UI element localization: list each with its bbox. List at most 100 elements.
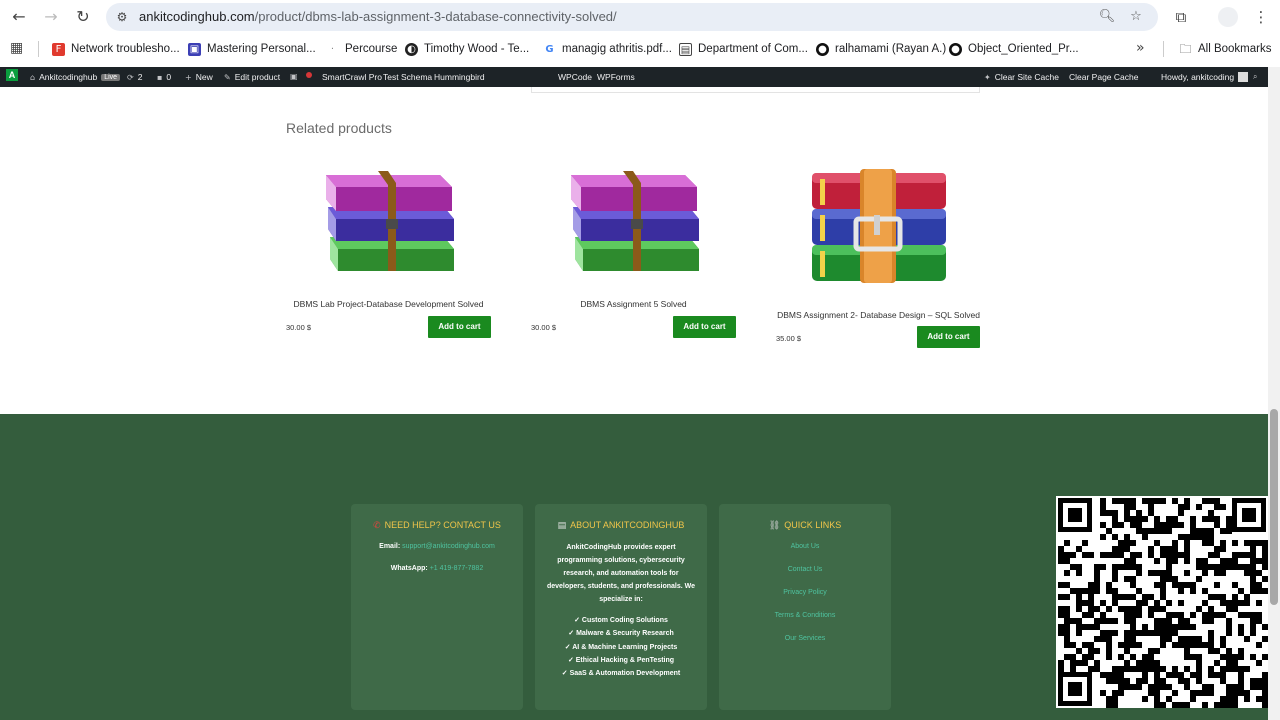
contact-card: ✆ NEED HELP? CONTACT US Email: support@an… — [351, 504, 523, 710]
service-item: ✓ SaaS & Automation Development — [561, 670, 681, 678]
chevron-more-icon[interactable]: » — [1136, 40, 1145, 56]
product-title[interactable]: DBMS Assignment 2- Database Design – SQL… — [776, 310, 981, 320]
service-item: ✓ Malware & Security Research — [568, 630, 674, 638]
about-card: ▤ ABOUT ANKITCODINGHUB AnkitCodingHub pro… — [535, 504, 707, 710]
footer-link-contact[interactable]: Contact Us — [719, 566, 891, 573]
footer-link-about[interactable]: About Us — [719, 543, 891, 550]
book-icon: ▣ — [188, 42, 201, 56]
wp-clear-site-cache[interactable]: ✦ Clear Site Cache — [984, 72, 1059, 82]
divider — [1163, 41, 1164, 57]
url-text[interactable]: ankitcodinghub.com/product/dbms-lab-assi… — [139, 9, 617, 24]
bookmark-star-icon[interactable]: ☆ — [1127, 8, 1145, 26]
wp-search[interactable]: ⌕ — [1253, 72, 1261, 82]
plus-icon: + — [185, 72, 192, 82]
product-price: 30.00 $ — [531, 323, 557, 332]
comment-icon: ▪ — [157, 72, 163, 82]
wp-plugin-icon[interactable]: ▣ — [290, 72, 302, 81]
search-icon: ⌕ — [1253, 72, 1258, 81]
quick-links-card: ⛓ QUICK LINKS About Us Contact Us Privacy… — [719, 504, 891, 710]
wp-new[interactable]: + New — [185, 72, 213, 82]
address-bar[interactable]: ⚙ ankitcodinghub.com/product/dbms-lab-as… — [106, 3, 1158, 31]
footer-link-privacy[interactable]: Privacy Policy — [719, 589, 891, 596]
add-to-cart-button[interactable]: Add to cart — [917, 326, 980, 348]
phone-icon: ✆ — [373, 521, 381, 531]
whatsapp-link[interactable]: +1 419-877-7882 — [430, 565, 484, 572]
reload-icon[interactable]: ↻ — [72, 6, 94, 28]
zoom-icon[interactable]: 🔍︎ — [1098, 8, 1116, 26]
qr-code — [1056, 496, 1268, 708]
email-link[interactable]: support@ankitcodinghub.com — [402, 543, 495, 550]
scrollbar-thumb[interactable] — [1270, 409, 1278, 605]
product-card: DBMS Assignment 2- Database Design – SQL… — [776, 165, 981, 355]
wp-test-schema[interactable]: Test Schema — [383, 72, 432, 82]
whatsapp-line: WhatsApp: +1 419-877-7882 — [390, 565, 484, 572]
winrar-purple-icon[interactable] — [565, 167, 701, 275]
wp-updates[interactable]: ⟳ 2 — [127, 72, 142, 82]
bookmark-item[interactable]: ◐ Timothy Wood - Te... — [405, 41, 529, 57]
product-price: 30.00 $ — [286, 323, 312, 332]
bookmark-item[interactable]: ● Object_Oriented_Pr... — [949, 41, 1079, 57]
service-item: ✓ AI & Machine Learning Projects — [564, 643, 678, 651]
site-settings-icon[interactable]: ⚙ — [114, 9, 130, 25]
github-icon: ● — [949, 42, 962, 56]
product-card: DBMS Assignment 5 Solved 30.00 $ Add to … — [531, 165, 736, 345]
bookmark-item[interactable]: ▣ Mastering Personal... — [188, 41, 316, 57]
extensions-icon[interactable]: ⧉ — [1170, 6, 1192, 28]
building-icon: ▤ — [679, 42, 692, 56]
github-icon: ● — [816, 42, 829, 56]
previous-section-box — [531, 87, 980, 93]
status-dot-icon — [306, 72, 312, 78]
product-card: DBMS Lab Project-Database Development So… — [286, 165, 491, 345]
product-price: 35.00 $ — [776, 334, 802, 343]
wp-admin-bar: A ⌂ Ankitcodinghub Live ⟳ 2 ▪ 0 + New ✎ Edit p… — [0, 67, 1280, 87]
back-arrow-icon[interactable]: ← — [8, 6, 30, 28]
add-to-cart-button[interactable]: Add to cart — [673, 316, 736, 338]
wp-comments[interactable]: ▪ 0 — [157, 72, 171, 82]
sparkle-icon: ✦ — [984, 72, 991, 82]
bookmark-item[interactable]: ● ralhamami (Rayan A.) — [816, 41, 946, 57]
document-icon: ▤ — [557, 521, 567, 531]
winrar-purple-icon[interactable] — [320, 167, 456, 275]
product-title[interactable]: DBMS Assignment 5 Solved — [531, 299, 736, 309]
bookmark-item[interactable]: ▤ Department of Com... — [679, 41, 808, 57]
about-text: AnkitCodingHub provides expert programmi… — [546, 544, 696, 603]
folder-icon: 🗀 — [1179, 41, 1192, 56]
home-icon: ⌂ — [30, 72, 36, 82]
bookmark-item[interactable]: Gmanagig athritis.pdf... — [543, 41, 672, 57]
avatar — [1238, 72, 1249, 82]
all-bookmarks[interactable]: 🗀 All Bookmarks — [1179, 41, 1271, 57]
apps-grid-icon[interactable]: ▦ — [10, 40, 26, 56]
wp-site-name[interactable]: ⌂ Ankitcodinghub Live — [30, 72, 121, 82]
forward-arrow-icon[interactable]: → — [40, 6, 62, 28]
wp-clear-page-cache[interactable]: Clear Page Cache — [1069, 72, 1138, 82]
winrar-classic-icon[interactable] — [810, 169, 946, 285]
wp-wpforms[interactable]: WPForms — [597, 72, 635, 82]
updates-icon: ⟳ — [127, 72, 134, 82]
about-heading: ▤ ABOUT ANKITCODINGHUB — [557, 520, 685, 531]
wp-smartcrawl[interactable]: SmartCrawl Pro — [322, 72, 382, 82]
google-icon: G — [545, 43, 554, 55]
page-scrollbar[interactable] — [1268, 67, 1280, 720]
dot-icon: · — [330, 43, 335, 55]
footer-link-services[interactable]: Our Services — [719, 635, 891, 642]
divider — [38, 41, 39, 57]
link-icon: ⛓ — [768, 521, 781, 531]
add-to-cart-button[interactable]: Add to cart — [428, 316, 491, 338]
wp-wpcode[interactable]: WPCode — [558, 72, 592, 82]
bookmark-item[interactable]: · Percourse — [326, 41, 398, 57]
wp-status[interactable] — [306, 72, 312, 78]
contact-heading: ✆ NEED HELP? CONTACT US — [373, 520, 501, 531]
wp-logo-icon[interactable]: A — [6, 69, 18, 81]
bookmark-item[interactable]: F Network troublesho... — [52, 41, 180, 57]
bookmarks-bar: ▦ F Network troublesho... ▣ Mastering Pers… — [0, 34, 1280, 64]
footer-link-terms[interactable]: Terms & Conditions — [719, 612, 891, 619]
product-title[interactable]: DBMS Lab Project-Database Development So… — [286, 299, 491, 309]
profile-avatar[interactable] — [1218, 7, 1238, 27]
more-menu-icon[interactable]: ⋮ — [1250, 6, 1272, 28]
wp-edit-product[interactable]: ✎ Edit product — [224, 72, 280, 82]
live-badge: Live — [101, 73, 121, 81]
wp-hummingbird[interactable]: Hummingbird — [434, 72, 485, 82]
browser-toolbar: ← → ↻ ⚙ ankitcodinghub.com/product/dbms-… — [0, 0, 1280, 34]
services-list: ✓ Custom Coding Solutions ✓ Malware & Se… — [535, 614, 707, 680]
wp-howdy[interactable]: Howdy, ankitcoding — [1161, 72, 1249, 82]
